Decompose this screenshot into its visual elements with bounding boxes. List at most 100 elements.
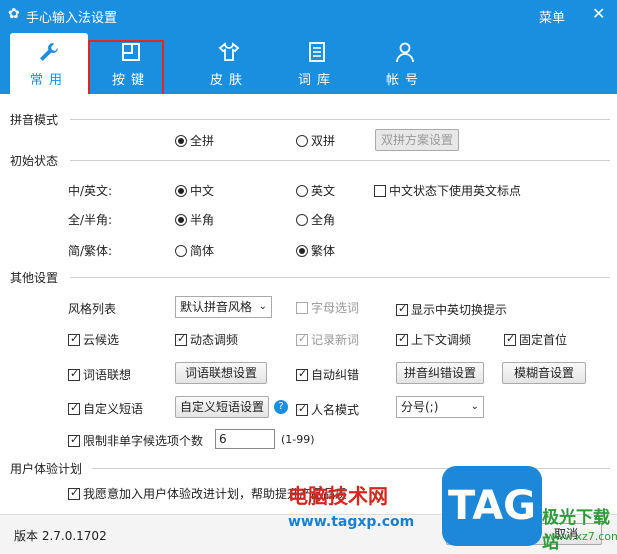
divider [70,119,610,120]
divider [70,277,610,278]
checkbox-label: 中文状态下使用英文标点 [389,184,522,198]
shirt-icon [190,33,268,67]
checkbox-box [396,332,408,346]
tab-label: 词库 [297,73,336,88]
tab-account[interactable]: 帐号 [366,33,444,94]
checkbox-limit-candidates[interactable]: 限制非单字候选项个数 [68,432,203,449]
gear-icon: ✿ [8,6,20,22]
name-mode-select[interactable]: 分号(;) ⌄ [396,396,484,418]
checkbox-context-freq[interactable]: 上下文调频 [396,331,471,348]
checkbox-label: 人名模式 [311,403,360,417]
radio-dot [296,214,308,226]
title-bar: ✿ 手心输入法设置 菜单 ✕ [0,0,617,30]
radio-dot [175,214,187,226]
radio-full-pinyin[interactable]: 全拼 [175,132,214,149]
checkbox-name-mode[interactable]: 人名模式 [296,401,359,418]
checkbox-box [296,367,308,381]
radio-label: 简体 [190,244,215,258]
window-title: 手心输入法设置 [26,11,118,26]
radio-dot [296,185,308,197]
radio-label: 繁体 [311,244,336,258]
checkbox-fixed-first[interactable]: 固定首位 [504,331,567,348]
radio-label: 半角 [190,213,215,227]
radio-english[interactable]: 英文 [296,182,335,199]
tab-label: 皮肤 [209,73,248,88]
menu-button[interactable]: 菜单 [539,7,565,26]
checkbox-label: 固定首位 [519,333,568,347]
settings-panel: 拼音模式 全拼 双拼 双拼方案设置 初始状态 中/英文: 中文 英文 中文状态下… [0,94,617,514]
checkbox-label: 自动纠错 [311,368,360,382]
checkbox-box [68,367,80,381]
radio-simplified[interactable]: 简体 [175,242,214,259]
tab-label: 帐号 [385,73,424,88]
checkbox-label: 记录新词 [311,333,360,347]
checkbox-cn-english-punct[interactable]: 中文状态下使用英文标点 [374,182,521,199]
checkbox-show-switch-tip[interactable]: 显示中英切换提示 [396,301,507,318]
checkbox-box [296,302,308,314]
chevron-down-icon: ⌄ [258,301,267,312]
tab-dictionary[interactable]: 词库 [278,33,356,94]
checkbox-record-new[interactable]: 记录新词 [296,331,359,348]
radio-label: 英文 [311,184,336,198]
checkbox-label: 自定义短语 [83,402,144,416]
tab-common[interactable]: 常用 [10,33,88,94]
checkbox-label: 云候选 [83,333,120,347]
width-label: 全/半角: [68,213,113,227]
radio-double-pinyin[interactable]: 双拼 [296,132,335,149]
style-select[interactable]: 默认拼音风格 ⌄ [175,296,272,318]
name-mode-select-value: 分号(;) [401,400,439,414]
radio-label: 中文 [190,184,215,198]
pinyin-correct-settings-button[interactable]: 拼音纠错设置 [396,362,484,384]
checkbox-box [296,402,308,416]
checkbox-box [68,433,80,447]
limit-input[interactable]: 6 [215,429,275,449]
checkbox-auto-correct[interactable]: 自动纠错 [296,366,359,383]
checkbox-label: 字母选词 [311,301,360,315]
dictionary-icon [278,33,356,67]
checkbox-box [68,401,80,415]
checkbox-box [68,332,80,346]
double-pinyin-settings-button[interactable]: 双拼方案设置 [375,129,459,151]
wrench-icon [10,33,88,67]
radio-dot [296,245,308,257]
radio-dot [175,135,187,147]
fuzzy-settings-button[interactable]: 模糊音设置 [502,362,586,384]
checkbox-box [504,332,516,346]
checkbox-letter-select[interactable]: 字母选词 [296,299,359,316]
checkbox-word-assoc[interactable]: 词语联想 [68,366,131,383]
checkbox-box [374,185,386,197]
radio-label: 全角 [311,213,336,227]
watermark-download-url: www.xz7.com [546,530,617,543]
watermark-tag-logo: TAG [442,466,542,546]
custom-phrase-settings-button[interactable]: 自定义短语设置 [175,396,269,418]
close-button[interactable]: ✕ [592,4,605,23]
script-label: 简/繁体: [68,244,113,258]
section-initial-state: 初始状态 [10,154,59,168]
user-icon [366,33,444,67]
section-ux: 用户体验计划 [10,462,83,476]
section-other: 其他设置 [10,271,59,285]
checkbox-custom-phrase[interactable]: 自定义短语 [68,400,143,417]
checkbox-cloud[interactable]: 云候选 [68,331,119,348]
checkbox-label: 显示中英切换提示 [411,303,508,317]
radio-label: 全拼 [190,134,215,148]
radio-chinese[interactable]: 中文 [175,182,214,199]
style-label: 风格列表 [68,302,117,316]
chevron-down-icon: ⌄ [470,401,479,412]
radio-full-width[interactable]: 全角 [296,211,335,228]
radio-traditional[interactable]: 繁体 [296,242,335,259]
cn-en-label: 中/英文: [68,184,113,198]
checkbox-box [175,332,187,346]
tab-skin[interactable]: 皮肤 [190,33,268,94]
checkbox-dynamic-freq[interactable]: 动态调频 [175,331,238,348]
watermark-site-name: 电脑技术网 [288,484,388,508]
limit-range: (1-99) [281,433,315,446]
radio-half-width[interactable]: 半角 [175,211,214,228]
help-icon[interactable]: ? [274,400,288,414]
checkbox-box [396,302,408,316]
checkbox-label: 上下文调频 [411,333,472,347]
style-select-value: 默认拼音风格 [180,300,253,314]
section-pinyin-mode: 拼音模式 [10,113,59,127]
word-assoc-settings-button[interactable]: 词语联想设置 [175,362,267,384]
watermark-site-url: www.tagxp.com [288,514,415,530]
